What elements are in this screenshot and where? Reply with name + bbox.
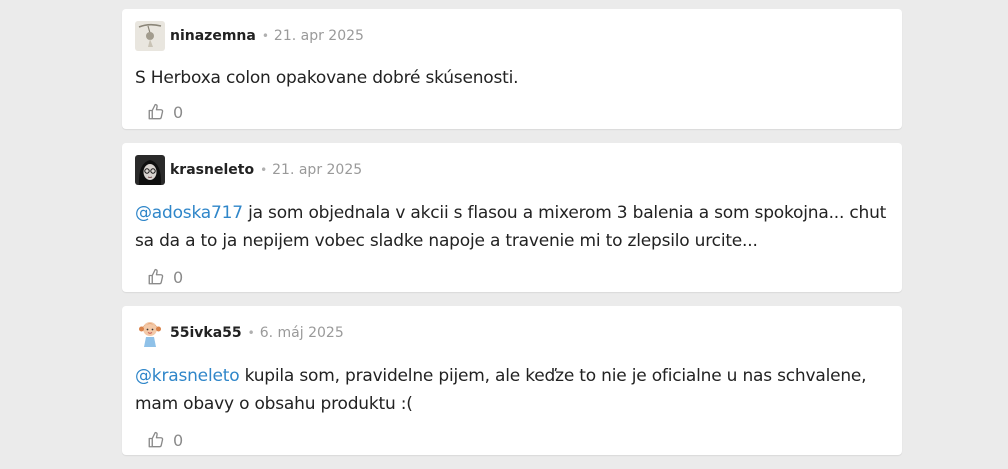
comment-card: krasneleto • 21. apr 2025 @adoska717 ja … [122,143,902,292]
comment-body: @krasneleto kupila som, pravidelne pijem… [135,362,889,418]
meta-separator: • [247,325,255,340]
comment-text: kupila som, pravidelne pijem, ale keďze … [135,366,867,414]
comment-date: 21. apr 2025 [272,161,363,178]
mention-link[interactable]: @krasneleto [135,366,240,386]
comment-actions: 0 [147,263,889,291]
mention-link[interactable]: @adoska717 [135,203,243,223]
comment-header: ninazemna • 21. apr 2025 [135,20,889,51]
comment-body: @adoska717 ja som objednala v akcii s fl… [135,199,889,255]
comment-actions: 0 [147,426,889,454]
avatar-girl-cartoon-icon [135,317,165,348]
comment-body: S Herboxa colon opakovane dobré skúsenos… [135,64,889,92]
avatar[interactable] [135,20,165,51]
comment-text: S Herboxa colon opakovane dobré skúsenos… [135,68,519,88]
avatar-pendant-icon [135,20,165,51]
comment-header: 55ivka55 • 6. máj 2025 [135,317,889,348]
like-button[interactable]: 0 [147,268,183,287]
avatar[interactable] [135,317,165,348]
thumbs-up-icon [148,268,164,285]
meta-separator: • [260,162,268,177]
username[interactable]: ninazemna [170,28,256,44]
like-count: 0 [173,430,184,450]
like-button[interactable]: 0 [147,103,183,122]
avatar[interactable] [135,154,165,185]
comment-actions: 0 [147,98,889,126]
avatar-woman-glasses-icon [135,154,165,185]
like-button[interactable]: 0 [147,431,183,450]
meta-separator: • [261,28,269,43]
comment-date: 21. apr 2025 [273,27,364,44]
thumbs-up-icon [148,431,164,448]
like-count: 0 [173,102,184,122]
comment-feed: ninazemna • 21. apr 2025 S Herboxa colon… [122,9,902,469]
comment-text: ja som objednala v akcii s flasou a mixe… [135,203,887,251]
username[interactable]: 55ivka55 [170,325,242,341]
comment-date: 6. máj 2025 [259,324,344,341]
comment-header: krasneleto • 21. apr 2025 [135,154,889,185]
comment-card: 55ivka55 • 6. máj 2025 @krasneleto kupil… [122,306,902,455]
like-count: 0 [173,267,184,287]
comment-card: ninazemna • 21. apr 2025 S Herboxa colon… [122,9,902,129]
username[interactable]: krasneleto [170,162,254,178]
thumbs-up-icon [148,103,164,120]
